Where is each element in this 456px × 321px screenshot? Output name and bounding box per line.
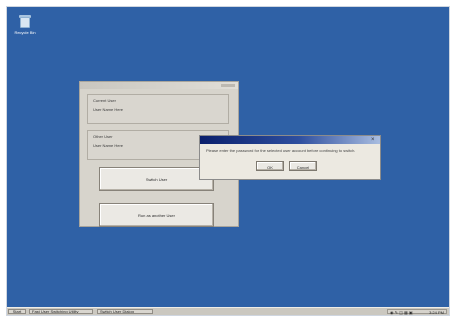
ok-button[interactable]: OK bbox=[256, 161, 284, 171]
desktop: Recycle Bin Current User User Name Here … bbox=[6, 6, 450, 316]
recycle-bin-icon bbox=[18, 15, 32, 29]
group-current-user: Current User User Name Here bbox=[87, 94, 229, 124]
run-as-user-button[interactable]: Run as another User bbox=[99, 203, 214, 227]
taskbar-item-app[interactable]: Fast User Switching Utility bbox=[29, 309, 93, 314]
close-icon[interactable]: × bbox=[371, 137, 377, 143]
cancel-button[interactable]: Cancel bbox=[289, 161, 317, 171]
run-as-user-button-label: Run as another User bbox=[138, 213, 175, 218]
recycle-bin-shortcut[interactable]: Recycle Bin bbox=[13, 15, 37, 35]
switch-user-button-label: Switch User bbox=[145, 177, 168, 182]
start-button[interactable]: Start bbox=[8, 309, 26, 314]
dialog-title-bar[interactable]: × bbox=[200, 136, 380, 144]
confirmation-dialog: × Please enter the password for the sele… bbox=[199, 135, 381, 180]
tray-icons[interactable]: ◉ ✎ ◫ ▦ ▣ bbox=[390, 311, 413, 315]
cancel-button-label: Cancel bbox=[296, 165, 310, 170]
group-current-user-value: User Name Here bbox=[93, 107, 124, 112]
ok-button-label: OK bbox=[267, 165, 273, 170]
app-title-bar[interactable] bbox=[80, 82, 238, 89]
switch-user-button[interactable]: Switch User bbox=[99, 167, 214, 191]
clock[interactable]: 3:24 PM bbox=[429, 311, 444, 315]
recycle-bin-body bbox=[20, 17, 30, 28]
group-current-user-title: Current User bbox=[93, 98, 116, 103]
system-tray: ◉ ✎ ◫ ▦ ▣ 3:24 PM bbox=[387, 309, 447, 315]
group-other-user-title: Other User bbox=[93, 134, 113, 139]
group-other-user-value: User Name Here bbox=[93, 143, 124, 148]
window-controls[interactable] bbox=[221, 84, 235, 87]
dialog-message: Please enter the password for the select… bbox=[206, 148, 356, 153]
taskbar-item-dialog[interactable]: Switch User Dialog bbox=[97, 309, 153, 314]
recycle-bin-label: Recycle Bin bbox=[14, 30, 36, 35]
taskbar: Start Fast User Switching Utility Switch… bbox=[7, 307, 449, 315]
